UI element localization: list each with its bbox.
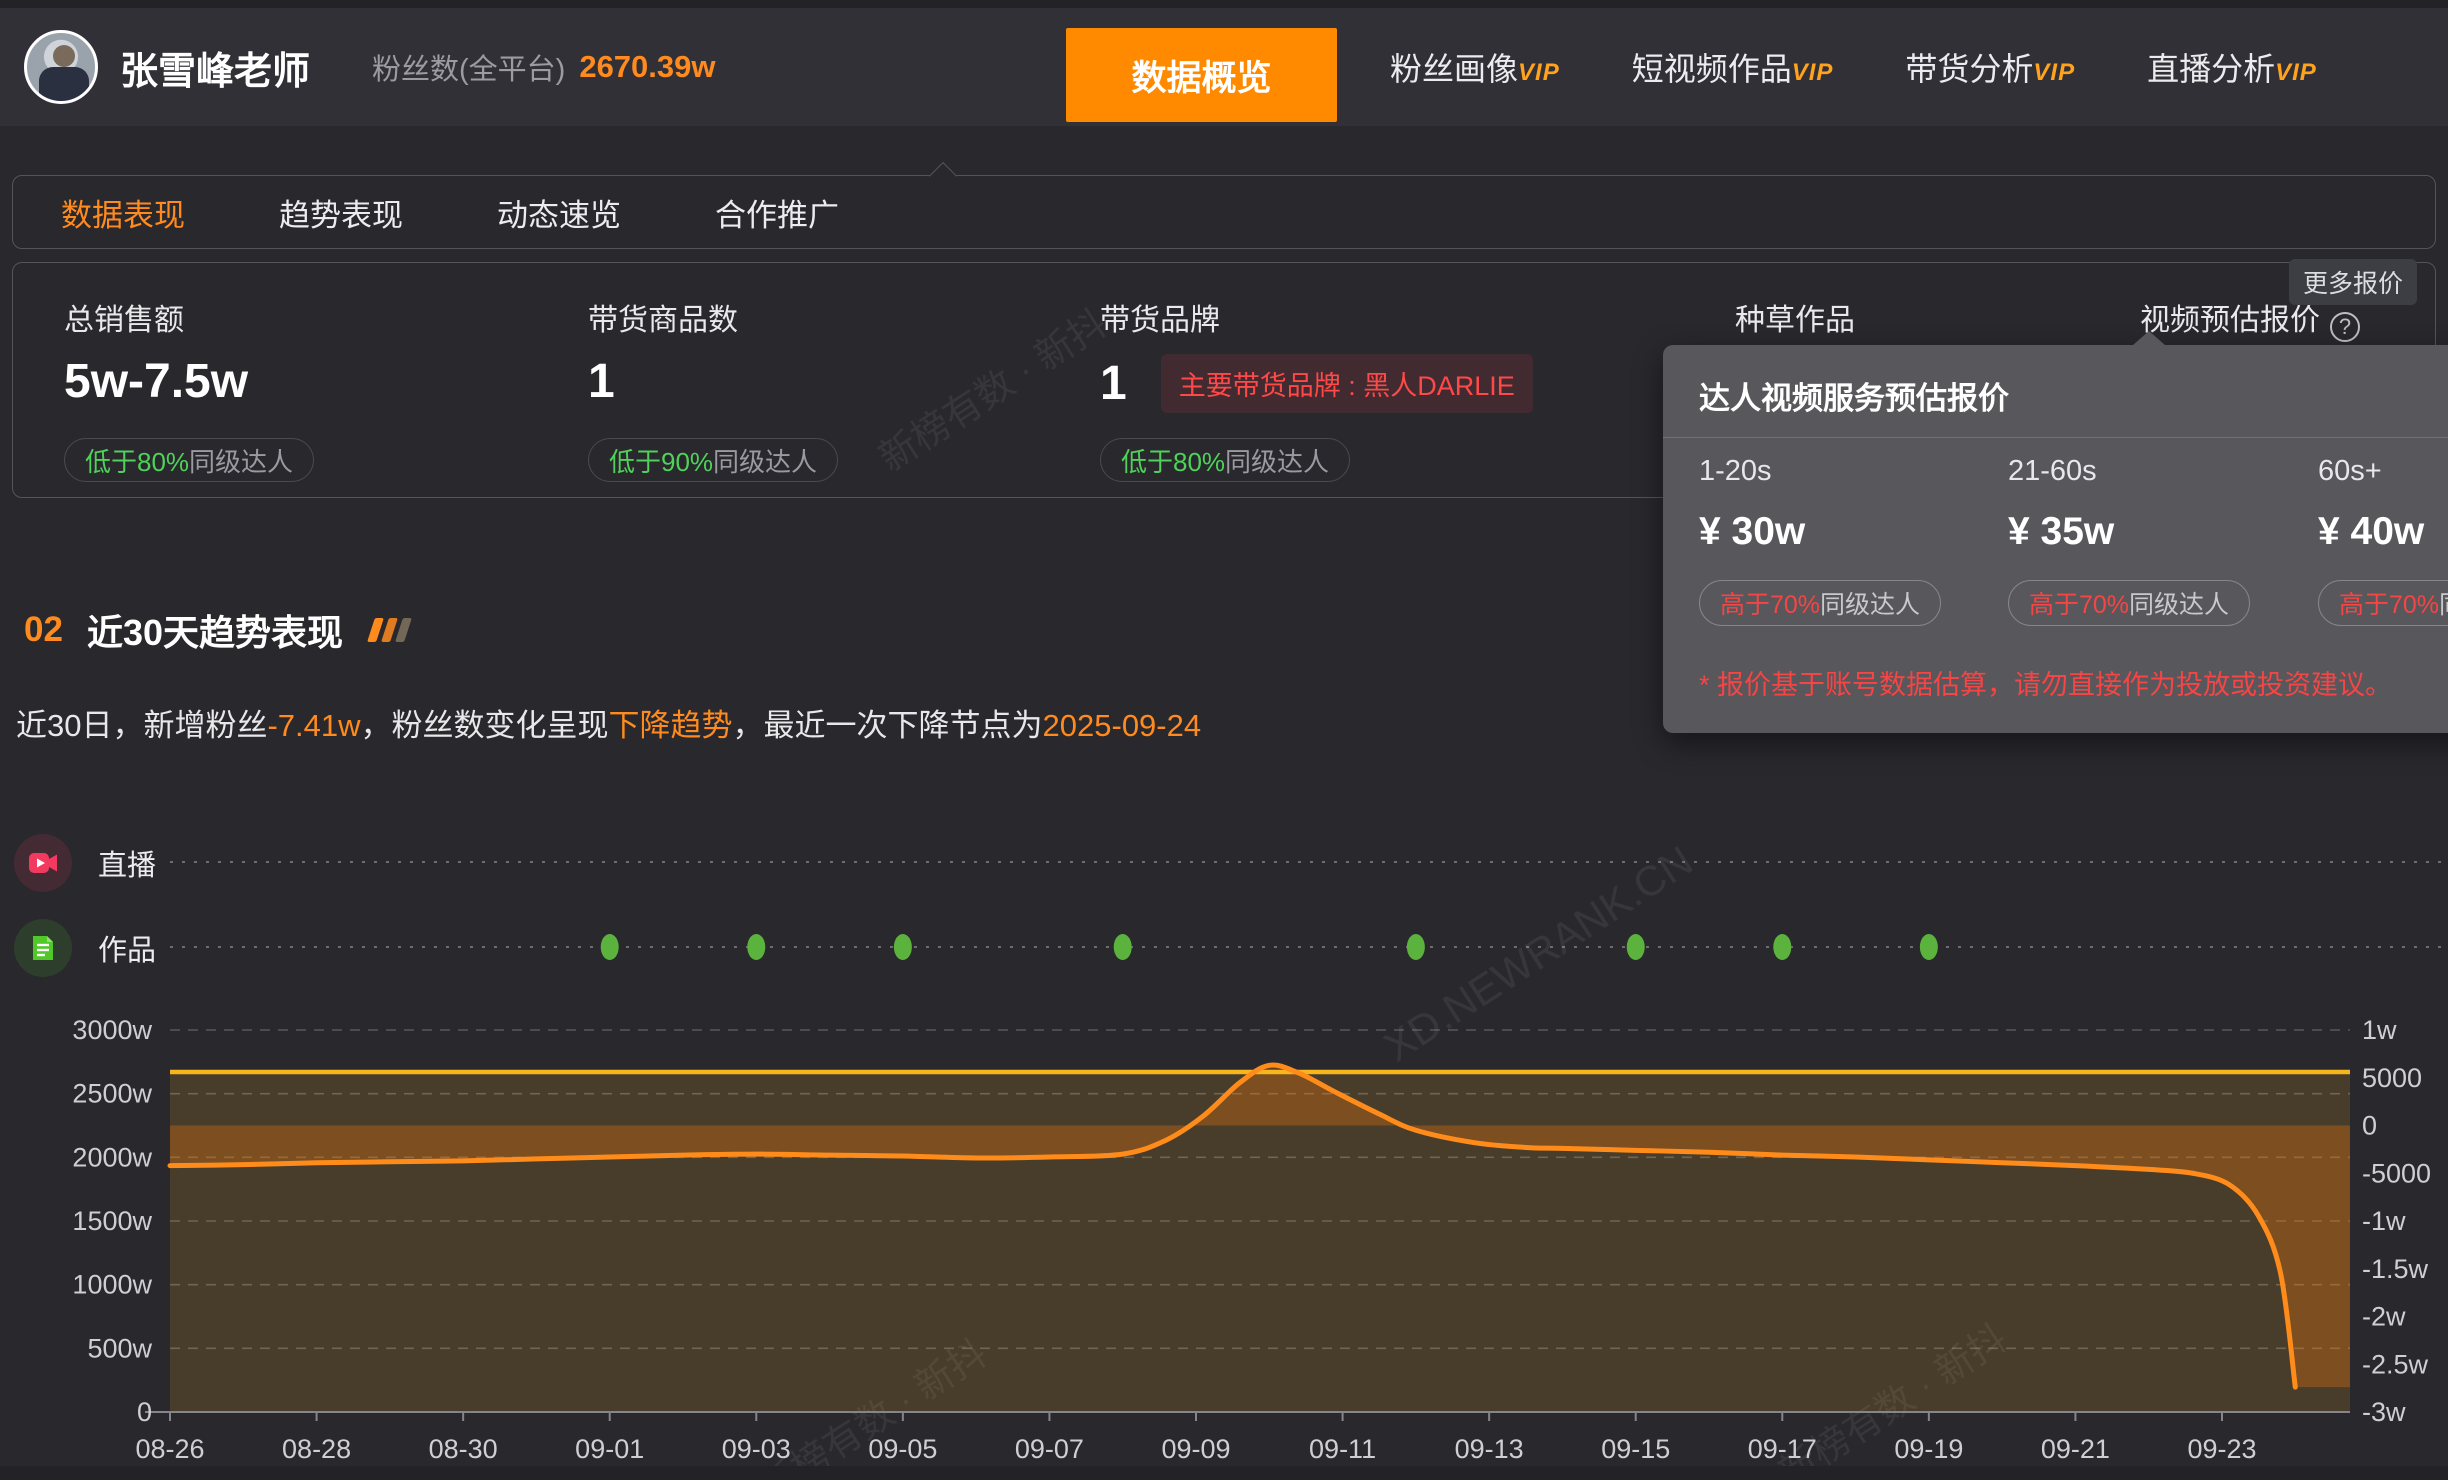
x-axis-label: 09-07 <box>1015 1434 1084 1464</box>
works-marker-dot[interactable] <box>600 934 619 960</box>
x-axis-label: 09-23 <box>2187 1434 2256 1464</box>
badge-rest: 同级达人 <box>2439 585 2448 621</box>
x-axis-label: 09-17 <box>1748 1434 1817 1464</box>
x-axis-label: 09-01 <box>575 1434 644 1464</box>
legend-row-works: 作品 <box>14 919 156 977</box>
x-axis-label: 09-03 <box>722 1434 791 1464</box>
x-axis-label: 08-28 <box>282 1434 351 1464</box>
x-axis-label: 09-11 <box>1309 1434 1376 1464</box>
badge-rest: 同级达人 <box>2129 591 2230 619</box>
left-axis-label: 1000w <box>72 1270 152 1300</box>
left-axis-label: 1500w <box>72 1206 152 1236</box>
badge-percent: 高于70% <box>2029 591 2130 619</box>
right-axis-label: -2.5w <box>2362 1349 2429 1379</box>
duration-label: 1-20s <box>1699 455 1772 487</box>
peer-compare-badge: 高于70%同级达人 <box>2008 580 2251 626</box>
x-axis-label: 09-09 <box>1161 1434 1230 1464</box>
video-quote-popup: 达人视频服务预估报价 1-20s ¥ 30w 高于70% 同级达人 21-60s … <box>1663 331 2448 733</box>
right-axis-label: -2w <box>2362 1302 2406 1332</box>
trend-chart: 08-26 08-28 08-30 09-01 09-03 09-05 09-07 09-09… <box>72 861 2448 1464</box>
x-axis-label: 09-21 <box>2041 1434 2110 1464</box>
left-axis-label: 2000w <box>72 1142 152 1172</box>
legend-row-live: 直播 <box>14 834 156 892</box>
right-axis-label: -3w <box>2362 1397 2406 1427</box>
live-video-icon <box>14 834 72 892</box>
x-axis-label: 09-05 <box>868 1434 937 1464</box>
price-value: ¥ 40w <box>2318 510 2425 553</box>
quote-col-60s-plus: 60s+ ¥ 40w 高于70%同级达人 <box>2318 455 2448 626</box>
right-axis-label: 5000 <box>2362 1063 2422 1093</box>
left-axis-label: 500w <box>87 1333 152 1363</box>
popup-arrow <box>2133 331 2165 345</box>
more-quotes-button[interactable]: 更多报价 <box>2289 259 2417 305</box>
works-marker-dot[interactable] <box>1406 934 1425 960</box>
duration-label: 60s+ <box>2318 455 2382 487</box>
x-axis-label: 08-26 <box>135 1434 204 1464</box>
price-value: ¥ 30w <box>1699 510 1806 553</box>
legend-label-live[interactable]: 直播 <box>98 842 156 884</box>
x-axis-label: 08-30 <box>429 1434 498 1464</box>
works-marker-dot[interactable] <box>893 934 912 960</box>
right-axis-label: 0 <box>2362 1111 2377 1141</box>
works-marker-dot[interactable] <box>1626 934 1645 960</box>
quote-col-21-60s: 21-60s ¥ 35w 高于70% 同级达人 <box>2008 455 2308 626</box>
duration-label: 21-60s <box>2008 455 2097 487</box>
badge-rest: 同级达人 <box>1820 591 1921 619</box>
works-marker-dot[interactable] <box>1919 934 1938 960</box>
peer-compare-badge: 高于70%同级达人 <box>1699 580 1942 626</box>
works-marker-dot[interactable] <box>1113 934 1132 960</box>
x-axis-label: 09-13 <box>1455 1434 1524 1464</box>
right-axis-label: -1w <box>2362 1206 2406 1236</box>
works-marker-dot[interactable] <box>747 934 766 960</box>
quote-col-1-20s: 1-20s ¥ 30w 高于70% 同级达人 <box>1699 455 1999 626</box>
price-value: ¥ 35w <box>2008 510 2115 553</box>
left-axis-label: 2500w <box>72 1079 152 1109</box>
legend-label-works[interactable]: 作品 <box>98 927 156 969</box>
right-axis-label: -1.5w <box>2362 1254 2429 1284</box>
works-marker-dot[interactable] <box>1773 934 1792 960</box>
works-doc-icon <box>14 919 72 977</box>
right-axis-label: 1w <box>2362 1015 2397 1045</box>
badge-percent: 高于70% <box>1720 591 1821 619</box>
popup-divider <box>1663 437 2448 438</box>
dashboard-page: 新榜有数 · 新抖 XD.NEWRANK.CN 新榜有数 · 新抖 新榜有数 ·… <box>0 0 2448 1480</box>
x-axis-label: 09-19 <box>1894 1434 1963 1464</box>
badge-percent: 高于70% <box>2339 591 2440 619</box>
peer-compare-badge: 高于70%同级达人 <box>2318 580 2448 626</box>
right-axis-label: -5000 <box>2362 1158 2431 1188</box>
popup-title: 达人视频服务预估报价 <box>1699 381 2009 416</box>
popup-disclaimer: * 报价基于账号数据估算，请勿直接作为投放或投资建议。 <box>1699 670 2393 700</box>
left-axis-label: 0 <box>137 1397 152 1427</box>
left-axis-label: 3000w <box>72 1015 152 1045</box>
x-axis-label: 09-15 <box>1601 1434 1670 1464</box>
